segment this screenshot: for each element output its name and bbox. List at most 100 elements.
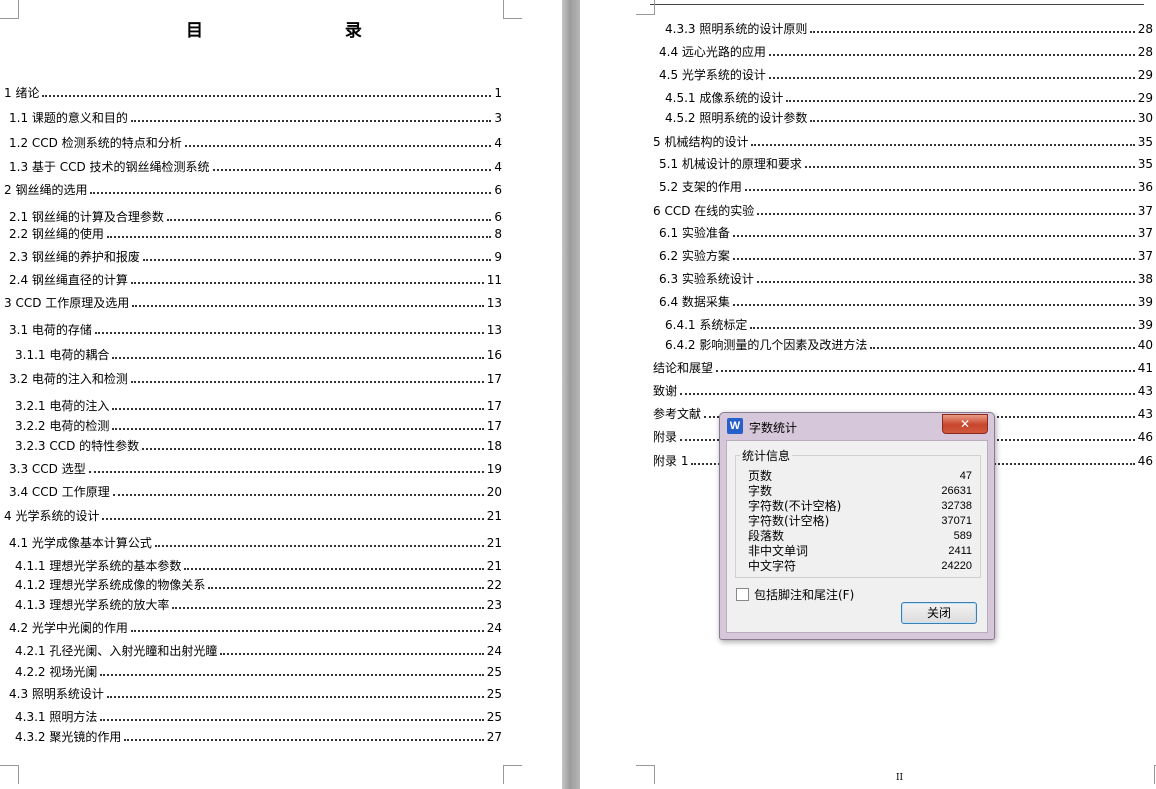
toc-entry-page: 41 xyxy=(1137,361,1153,375)
toc-entry[interactable]: 3 CCD 工作原理及选用 13 xyxy=(4,296,502,310)
stat-label: 非中文单词 xyxy=(748,544,809,558)
crop-mark xyxy=(636,0,655,15)
toc-entry-page: 17 xyxy=(486,372,502,386)
include-footnotes-option[interactable]: 包括脚注和尾注(F) xyxy=(736,586,854,603)
dialog-title-bar[interactable]: W 字数统计 ✕ xyxy=(720,413,994,439)
toc-entry[interactable]: 4.5 光学系统的设计 29 xyxy=(659,68,1153,82)
toc-entry-page: 46 xyxy=(1137,430,1153,444)
toc-entry-page: 28 xyxy=(1137,22,1153,36)
toc-leader-dots xyxy=(804,166,1135,168)
toc-entry[interactable]: 4.5.1 成像系统的设计 29 xyxy=(665,91,1153,105)
toc-entry-page: 29 xyxy=(1137,68,1153,82)
toc-entry[interactable]: 3.4 CCD 工作原理 20 xyxy=(9,485,502,499)
toc-entry-page: 35 xyxy=(1137,135,1153,149)
toc-entry[interactable]: 致谢 43 xyxy=(653,384,1153,398)
toc-entry-title: 附录 1 xyxy=(653,454,689,468)
document-page-left: 目 录 1 绪论 1 1.1 课题的意义和目的 3 1.2 CCD 检测系统的特点和分析… xyxy=(0,0,562,789)
toc-entry[interactable]: 4.2.2 视场光阑 25 xyxy=(15,665,502,679)
toc-entry-title: 结论和展望 xyxy=(653,361,714,375)
toc-entry[interactable]: 4 光学系统的设计 21 xyxy=(4,509,502,523)
stat-value: 32738 xyxy=(941,500,972,512)
toc-entry-title: 4.5.2 照明系统的设计参数 xyxy=(665,111,808,125)
include-footnotes-checkbox[interactable] xyxy=(736,588,749,601)
word-count-dialog: W 字数统计 ✕ 统计信息 页数 47 字数 26631 字符数(不计空格) 32738 字… xyxy=(719,412,995,640)
toc-entry[interactable]: 1.3 基于 CCD 技术的钢丝绳检测系统 4 xyxy=(9,160,502,174)
toc-entry-title: 6.2 实验方案 xyxy=(659,249,730,263)
toc-entry-title: 4.2.2 视场光阑 xyxy=(15,665,98,679)
toc-entry-title: 3.3 CCD 选型 xyxy=(9,462,86,476)
toc-entry-title: 3.2.3 CCD 的特性参数 xyxy=(15,439,140,453)
toc-entry-page: 30 xyxy=(1137,111,1153,125)
toc-entry[interactable]: 4.1 光学成像基本计算公式 21 xyxy=(9,536,502,550)
toc-leader-dots xyxy=(768,77,1135,79)
toc-entry-page: 25 xyxy=(486,665,502,679)
toc-entry[interactable]: 4.3.1 照明方法 25 xyxy=(15,710,502,724)
toc-entry-page: 21 xyxy=(486,509,502,523)
toc-entry[interactable]: 6 CCD 在线的实验 37 xyxy=(653,204,1153,218)
toc-entry[interactable]: 3.3 CCD 选型 19 xyxy=(9,462,502,476)
toc-entry[interactable]: 3.2.2 电荷的检测 17 xyxy=(15,419,502,433)
toc-entry-title: 2.4 钢丝绳直径的计算 xyxy=(9,273,128,287)
toc-entry[interactable]: 4.3.3 照明系统的设计原则 28 xyxy=(665,22,1153,36)
toc-entry[interactable]: 4.4 远心光路的应用 28 xyxy=(659,45,1153,59)
toc-entry[interactable]: 4.3.2 聚光镜的作用 27 xyxy=(15,730,502,744)
toc-entry-page: 23 xyxy=(486,598,502,612)
stat-value: 37071 xyxy=(941,515,972,527)
dialog-body: 统计信息 页数 47 字数 26631 字符数(不计空格) 32738 字符数(计空格) 37… xyxy=(726,440,988,633)
toc-leader-dots xyxy=(130,120,492,122)
toc-entry[interactable]: 3.2.1 电荷的注入 17 xyxy=(15,399,502,413)
stat-label: 字数 xyxy=(748,484,773,498)
toc-entry[interactable]: 6.2 实验方案 37 xyxy=(659,249,1153,263)
toc-entry[interactable]: 3.1 电荷的存储 13 xyxy=(9,323,502,337)
toc-entry-page: 18 xyxy=(486,439,502,453)
close-button[interactable]: 关闭 xyxy=(901,602,977,624)
toc-entry[interactable]: 3.2 电荷的注入和检测 17 xyxy=(9,372,502,386)
toc-entry-page: 17 xyxy=(486,419,502,433)
toc-entry-title: 4 光学系统的设计 xyxy=(4,509,100,523)
toc-entry[interactable]: 4.5.2 照明系统的设计参数 30 xyxy=(665,111,1153,125)
toc-leader-dots xyxy=(100,719,484,721)
close-icon[interactable]: ✕ xyxy=(942,414,988,434)
toc-leader-dots xyxy=(757,213,1135,215)
stat-value: 589 xyxy=(953,530,972,542)
toc-entry[interactable]: 5 机械结构的设计 35 xyxy=(653,135,1153,149)
toc-entry[interactable]: 6.3 实验系统设计 38 xyxy=(659,272,1153,286)
toc-entry[interactable]: 5.2 支架的作用 36 xyxy=(659,180,1153,194)
toc-entry[interactable]: 1.1 课题的意义和目的 3 xyxy=(9,111,502,125)
toc-entry[interactable]: 4.3 照明系统设计 25 xyxy=(9,687,502,701)
toc-entry-title: 1.3 基于 CCD 技术的钢丝绳检测系统 xyxy=(9,160,210,174)
toc-entry[interactable]: 4.1.1 理想光学系统的基本参数 21 xyxy=(15,559,502,573)
toc-entry[interactable]: 4.1.2 理想光学系统成像的物像关系 22 xyxy=(15,578,502,592)
toc-entry[interactable]: 1 绪论 1 xyxy=(4,86,502,100)
toc-entry[interactable]: 2.3 钢丝绳的养护和报废 9 xyxy=(9,250,502,264)
toc-entry-page: 20 xyxy=(486,485,502,499)
toc-entry[interactable]: 4.1.3 理想光学系统的放大率 23 xyxy=(15,598,502,612)
toc-entry[interactable]: 5.1 机械设计的原理和要求 35 xyxy=(659,157,1153,171)
toc-entry-title: 4.5.1 成像系统的设计 xyxy=(665,91,784,105)
toc-leader-dots xyxy=(786,100,1135,102)
toc-entry[interactable]: 6.4 数据采集 39 xyxy=(659,295,1153,309)
toc-leader-dots xyxy=(130,630,484,632)
toc-entry[interactable]: 4.2.1 孔径光阑、入射光瞳和出射光瞳 24 xyxy=(15,644,502,658)
statistics-group-label: 统计信息 xyxy=(740,447,793,464)
toc-leader-dots xyxy=(768,54,1135,56)
toc-leader-dots xyxy=(172,607,484,609)
toc-entry[interactable]: 3.2.3 CCD 的特性参数 18 xyxy=(15,439,502,453)
toc-entry[interactable]: 6.4.2 影响测量的几个因素及改进方法 40 xyxy=(665,338,1153,352)
page-gutter xyxy=(562,0,580,789)
toc-entry[interactable]: 6.1 实验准备 37 xyxy=(659,226,1153,240)
toc-entry-title: 6.1 实验准备 xyxy=(659,226,730,240)
crop-mark xyxy=(503,0,522,19)
toc-entry[interactable]: 结论和展望 41 xyxy=(653,361,1153,375)
toc-entry[interactable]: 1.2 CCD 检测系统的特点和分析 4 xyxy=(9,136,502,150)
toc-entry-page: 13 xyxy=(486,296,502,310)
toc-entry[interactable]: 4.2 光学中光阑的作用 24 xyxy=(9,621,502,635)
toc-entry[interactable]: 3.1.1 电荷的耦合 16 xyxy=(15,348,502,362)
toc-entry[interactable]: 2.1 钢丝绳的计算及合理参数 6 xyxy=(9,210,502,224)
crop-mark xyxy=(503,765,522,784)
toc-entry[interactable]: 6.4.1 系统标定 39 xyxy=(665,318,1153,332)
toc-entry[interactable]: 2.2 钢丝绳的使用 8 xyxy=(9,227,502,241)
toc-entry[interactable]: 2 钢丝绳的选用 6 xyxy=(4,183,502,197)
toc-entry-page: 11 xyxy=(486,273,502,287)
toc-entry[interactable]: 2.4 钢丝绳直径的计算 11 xyxy=(9,273,502,287)
